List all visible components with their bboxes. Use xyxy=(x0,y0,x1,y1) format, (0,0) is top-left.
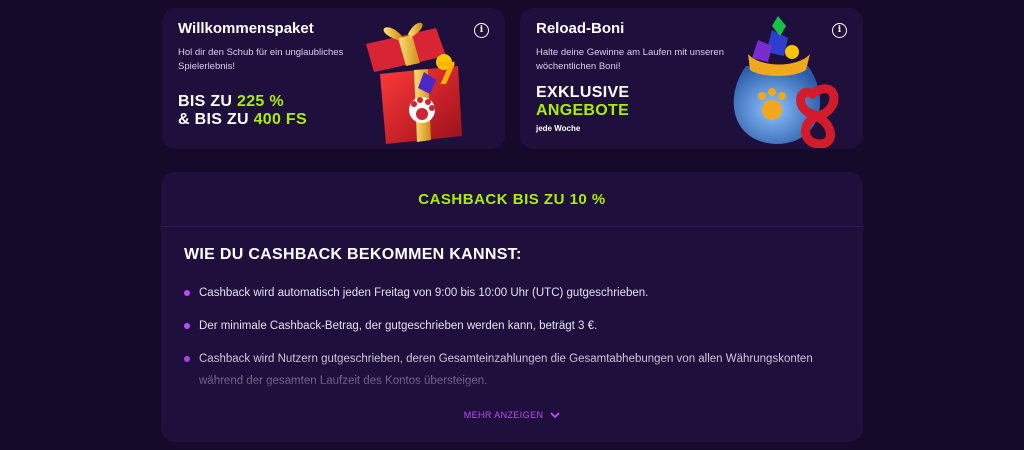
reload-headline-line2: ANGEBOTE xyxy=(536,102,630,119)
welcome-bonus-freespins: & BIS ZU 400 FS xyxy=(178,111,307,128)
cashback-header: CASHBACK BIS ZU 10 % xyxy=(161,172,863,227)
welcome-package-card[interactable]: Willkommenspaket Hol dir den Schub für e… xyxy=(162,8,505,149)
reload-frequency: jede Woche xyxy=(536,124,581,133)
list-item: Cashback wird automatisch jeden Freitag … xyxy=(184,282,648,304)
show-more-button[interactable]: MEHR ANZEIGEN xyxy=(161,410,863,420)
reload-bonus-card[interactable]: Reload-Boni Halte deine Gewinne am Laufe… xyxy=(520,8,863,149)
cashback-panel: CASHBACK BIS ZU 10 % WIE DU CASHBACK BEK… xyxy=(161,172,863,442)
list-item: Der minimale Cashback-Betrag, der gutges… xyxy=(184,315,597,337)
welcome-bonus-percent: BIS ZU 225 % xyxy=(178,93,284,110)
bullet-icon xyxy=(184,290,190,296)
how-to-get-cashback-heading: WIE DU CASHBACK BEKOMMEN KANNST: xyxy=(184,246,522,263)
list-item: Cashback wird Nutzern gutgeschrieben, de… xyxy=(184,348,824,392)
chevron-down-icon xyxy=(550,412,560,419)
svg-text:7: 7 xyxy=(436,57,457,92)
bullet-icon xyxy=(184,356,190,362)
reload-bonus-title: Reload-Boni xyxy=(536,20,625,37)
bullet-icon xyxy=(184,323,190,329)
reload-bonus-description: Halte deine Gewinne am Laufen mit unsere… xyxy=(536,47,725,72)
welcome-package-description: Hol dir den Schub für ein unglaubliches … xyxy=(178,47,344,72)
treasure-bag-icon xyxy=(733,16,839,148)
gift-box-icon: 7 xyxy=(366,22,462,144)
cashback-title: CASHBACK BIS ZU 10 % xyxy=(418,190,606,208)
welcome-package-title: Willkommenspaket xyxy=(178,20,314,37)
reload-headline-line1: EXKLUSIVE xyxy=(536,84,630,101)
